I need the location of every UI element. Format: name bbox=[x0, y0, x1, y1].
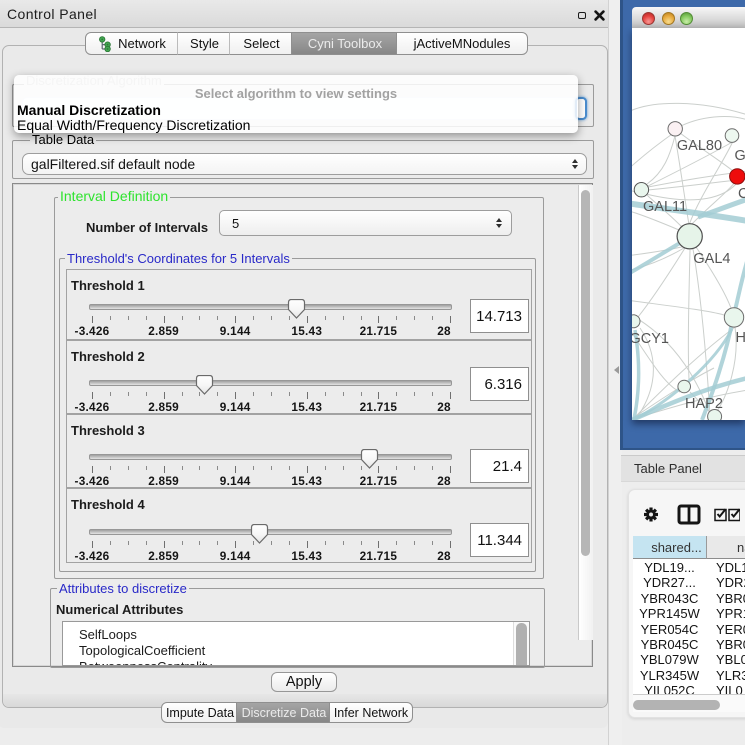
svg-text:GA: GA bbox=[735, 148, 745, 164]
svg-text:GAL80: GAL80 bbox=[677, 138, 722, 154]
svg-text:GAL4: GAL4 bbox=[693, 251, 730, 267]
svg-text:H: H bbox=[736, 330, 745, 346]
svg-text:GCY1: GCY1 bbox=[632, 331, 669, 347]
svg-text:GAL11: GAL11 bbox=[643, 199, 687, 215]
svg-text:C: C bbox=[738, 186, 745, 202]
svg-text:HAP2: HAP2 bbox=[685, 396, 723, 412]
